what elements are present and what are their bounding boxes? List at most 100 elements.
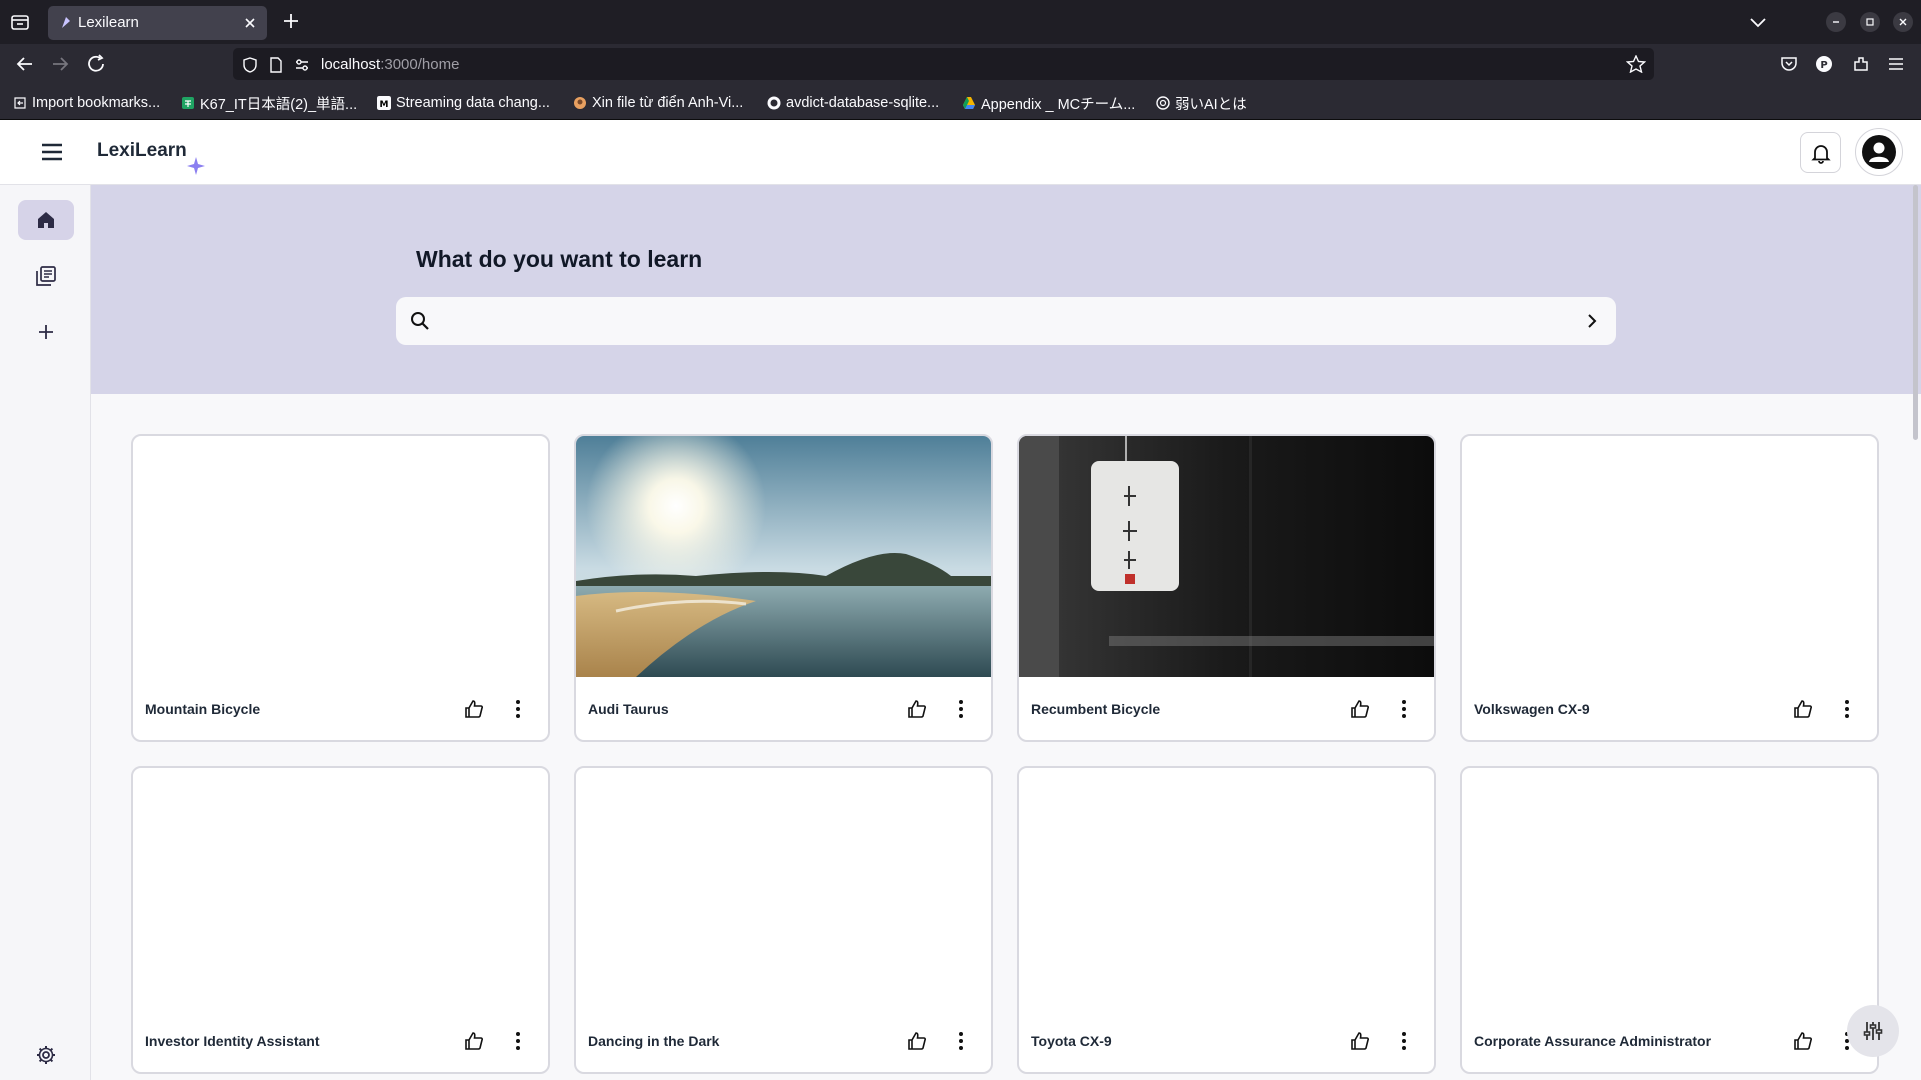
thumbs-up-icon[interactable]	[1792, 698, 1814, 720]
app-root: LexiLearn What do you want to learn Moun…	[0, 120, 1921, 1080]
app-header: LexiLearn	[0, 120, 1921, 185]
search-bar[interactable]	[396, 297, 1616, 345]
course-card[interactable]: Corporate Assurance Administrator	[1460, 766, 1879, 1074]
course-card[interactable]: Mountain Bicycle	[131, 434, 550, 742]
bookmark-item[interactable]: Import bookmarks...	[13, 93, 160, 113]
user-icon	[1862, 135, 1896, 169]
course-card[interactable]: Volkswagen CX-9	[1460, 434, 1879, 742]
thumbs-up-icon[interactable]	[1349, 1030, 1371, 1052]
library-icon	[36, 266, 56, 286]
sliders-icon	[1863, 1022, 1883, 1040]
new-tab-icon[interactable]	[280, 10, 302, 32]
bookmarks-toolbar: Import bookmarks... K67_IT日本語(2)_単語... M…	[0, 84, 1921, 120]
url-bar[interactable]: localhost:3000/home	[233, 48, 1654, 80]
openai-icon	[1156, 96, 1170, 110]
chevron-right-icon[interactable]	[1582, 311, 1602, 331]
bookmark-item[interactable]: Xin file từ điển Anh-Vi...	[573, 93, 743, 113]
search-input[interactable]	[442, 307, 1552, 335]
svg-text:P: P	[1820, 60, 1827, 71]
reload-icon[interactable]	[85, 53, 109, 75]
more-vertical-icon[interactable]	[507, 698, 529, 720]
filter-settings-button[interactable]	[1847, 1005, 1899, 1057]
medium-icon: M	[377, 96, 391, 110]
profile-extension-icon[interactable]: P	[1814, 54, 1834, 74]
paper-lantern-image	[1019, 436, 1434, 677]
thumbs-up-icon[interactable]	[906, 698, 928, 720]
bookmark-item[interactable]: 弱いAIとは	[1156, 93, 1247, 113]
bookmark-item[interactable]: avdict-database-sqlite...	[767, 93, 939, 113]
forward-arrow-icon[interactable]	[48, 53, 72, 75]
card-image-placeholder	[576, 768, 991, 1009]
card-title: Dancing in the Dark	[588, 1033, 720, 1049]
app-logo[interactable]: LexiLearn	[97, 140, 187, 162]
scrollbar[interactable]	[1911, 185, 1921, 1080]
back-arrow-icon[interactable]	[13, 53, 37, 75]
card-image-placeholder	[1019, 768, 1434, 1009]
sheets-icon	[182, 97, 194, 109]
thumbs-up-icon[interactable]	[906, 1030, 928, 1052]
notifications-button[interactable]	[1800, 132, 1841, 173]
hamburger-menu-icon[interactable]	[40, 142, 64, 162]
gear-icon	[37, 1046, 55, 1064]
hero-banner: What do you want to learn	[91, 185, 1921, 394]
drive-icon	[963, 97, 975, 109]
hamburger-menu-icon[interactable]	[1886, 54, 1906, 74]
pocket-icon[interactable]	[1779, 54, 1799, 74]
bookmark-item[interactable]: K67_IT日本語(2)_単語...	[181, 93, 357, 113]
sidebar	[0, 185, 91, 1080]
browser-tab-active[interactable]: Lexilearn	[48, 6, 267, 40]
bookmark-item[interactable]: M Streaming data chang...	[377, 93, 550, 113]
thumbs-up-icon[interactable]	[1349, 698, 1371, 720]
bookmark-star-icon[interactable]	[1626, 55, 1646, 73]
bookmark-label: Streaming data chang...	[396, 95, 550, 111]
more-vertical-icon[interactable]	[950, 1030, 972, 1052]
thumbs-up-icon[interactable]	[1792, 1030, 1814, 1052]
tab-title: Lexilearn	[78, 14, 139, 31]
scrollbar-thumb[interactable]	[1913, 185, 1918, 440]
thumbs-up-icon[interactable]	[463, 1030, 485, 1052]
course-card[interactable]: Dancing in the Dark	[574, 766, 993, 1074]
sidebar-item-home[interactable]	[18, 200, 74, 240]
card-image-placeholder	[133, 436, 548, 677]
bookmark-label: K67_IT日本語(2)_単語...	[200, 96, 358, 113]
sidebar-item-settings[interactable]	[18, 1035, 74, 1075]
sidebar-item-library[interactable]	[18, 256, 74, 296]
more-vertical-icon[interactable]	[1393, 1030, 1415, 1052]
bookmark-item[interactable]: Appendix _ MCチーム...	[962, 93, 1135, 113]
more-vertical-icon[interactable]	[1393, 698, 1415, 720]
extensions-icon[interactable]	[1851, 54, 1871, 74]
url-text[interactable]: localhost:3000/home	[321, 56, 459, 73]
more-vertical-icon[interactable]	[950, 698, 972, 720]
url-path: :3000/home	[380, 56, 460, 73]
card-title: Recumbent Bicycle	[1031, 701, 1161, 717]
card-image-placeholder	[1462, 436, 1877, 677]
user-avatar[interactable]	[1855, 128, 1903, 176]
thumbs-up-icon[interactable]	[463, 698, 485, 720]
svg-text:M: M	[380, 100, 389, 110]
course-card[interactable]: Investor Identity Assistant	[131, 766, 550, 1074]
minimize-window-button[interactable]	[1826, 12, 1846, 32]
page-icon[interactable]	[267, 56, 285, 74]
sidebar-item-create[interactable]	[18, 312, 74, 352]
browser-tab-bar: Lexilearn	[0, 0, 1921, 44]
tab-favicon-icon	[62, 17, 70, 28]
home-icon	[38, 212, 54, 228]
sparkle-icon	[187, 157, 205, 175]
close-tab-icon[interactable]	[241, 14, 259, 32]
card-title: Volkswagen CX-9	[1474, 701, 1590, 717]
bookmark-label: Xin file từ điển Anh-Vi...	[592, 95, 744, 111]
chevron-down-icon[interactable]	[1746, 12, 1770, 32]
permissions-icon[interactable]	[293, 56, 311, 74]
more-vertical-icon[interactable]	[507, 1030, 529, 1052]
more-vertical-icon[interactable]	[1836, 698, 1858, 720]
restore-window-button[interactable]	[1860, 12, 1880, 32]
search-icon	[411, 312, 429, 330]
firefox-view-icon[interactable]	[10, 12, 32, 32]
close-window-button[interactable]	[1893, 12, 1913, 32]
course-card[interactable]: Recumbent Bicycle	[1017, 434, 1436, 742]
bookmark-label: avdict-database-sqlite...	[786, 95, 940, 111]
course-card[interactable]: Audi Taurus	[574, 434, 993, 742]
shield-icon[interactable]	[241, 56, 259, 74]
github-icon	[767, 96, 781, 110]
course-card[interactable]: Toyota CX-9	[1017, 766, 1436, 1074]
